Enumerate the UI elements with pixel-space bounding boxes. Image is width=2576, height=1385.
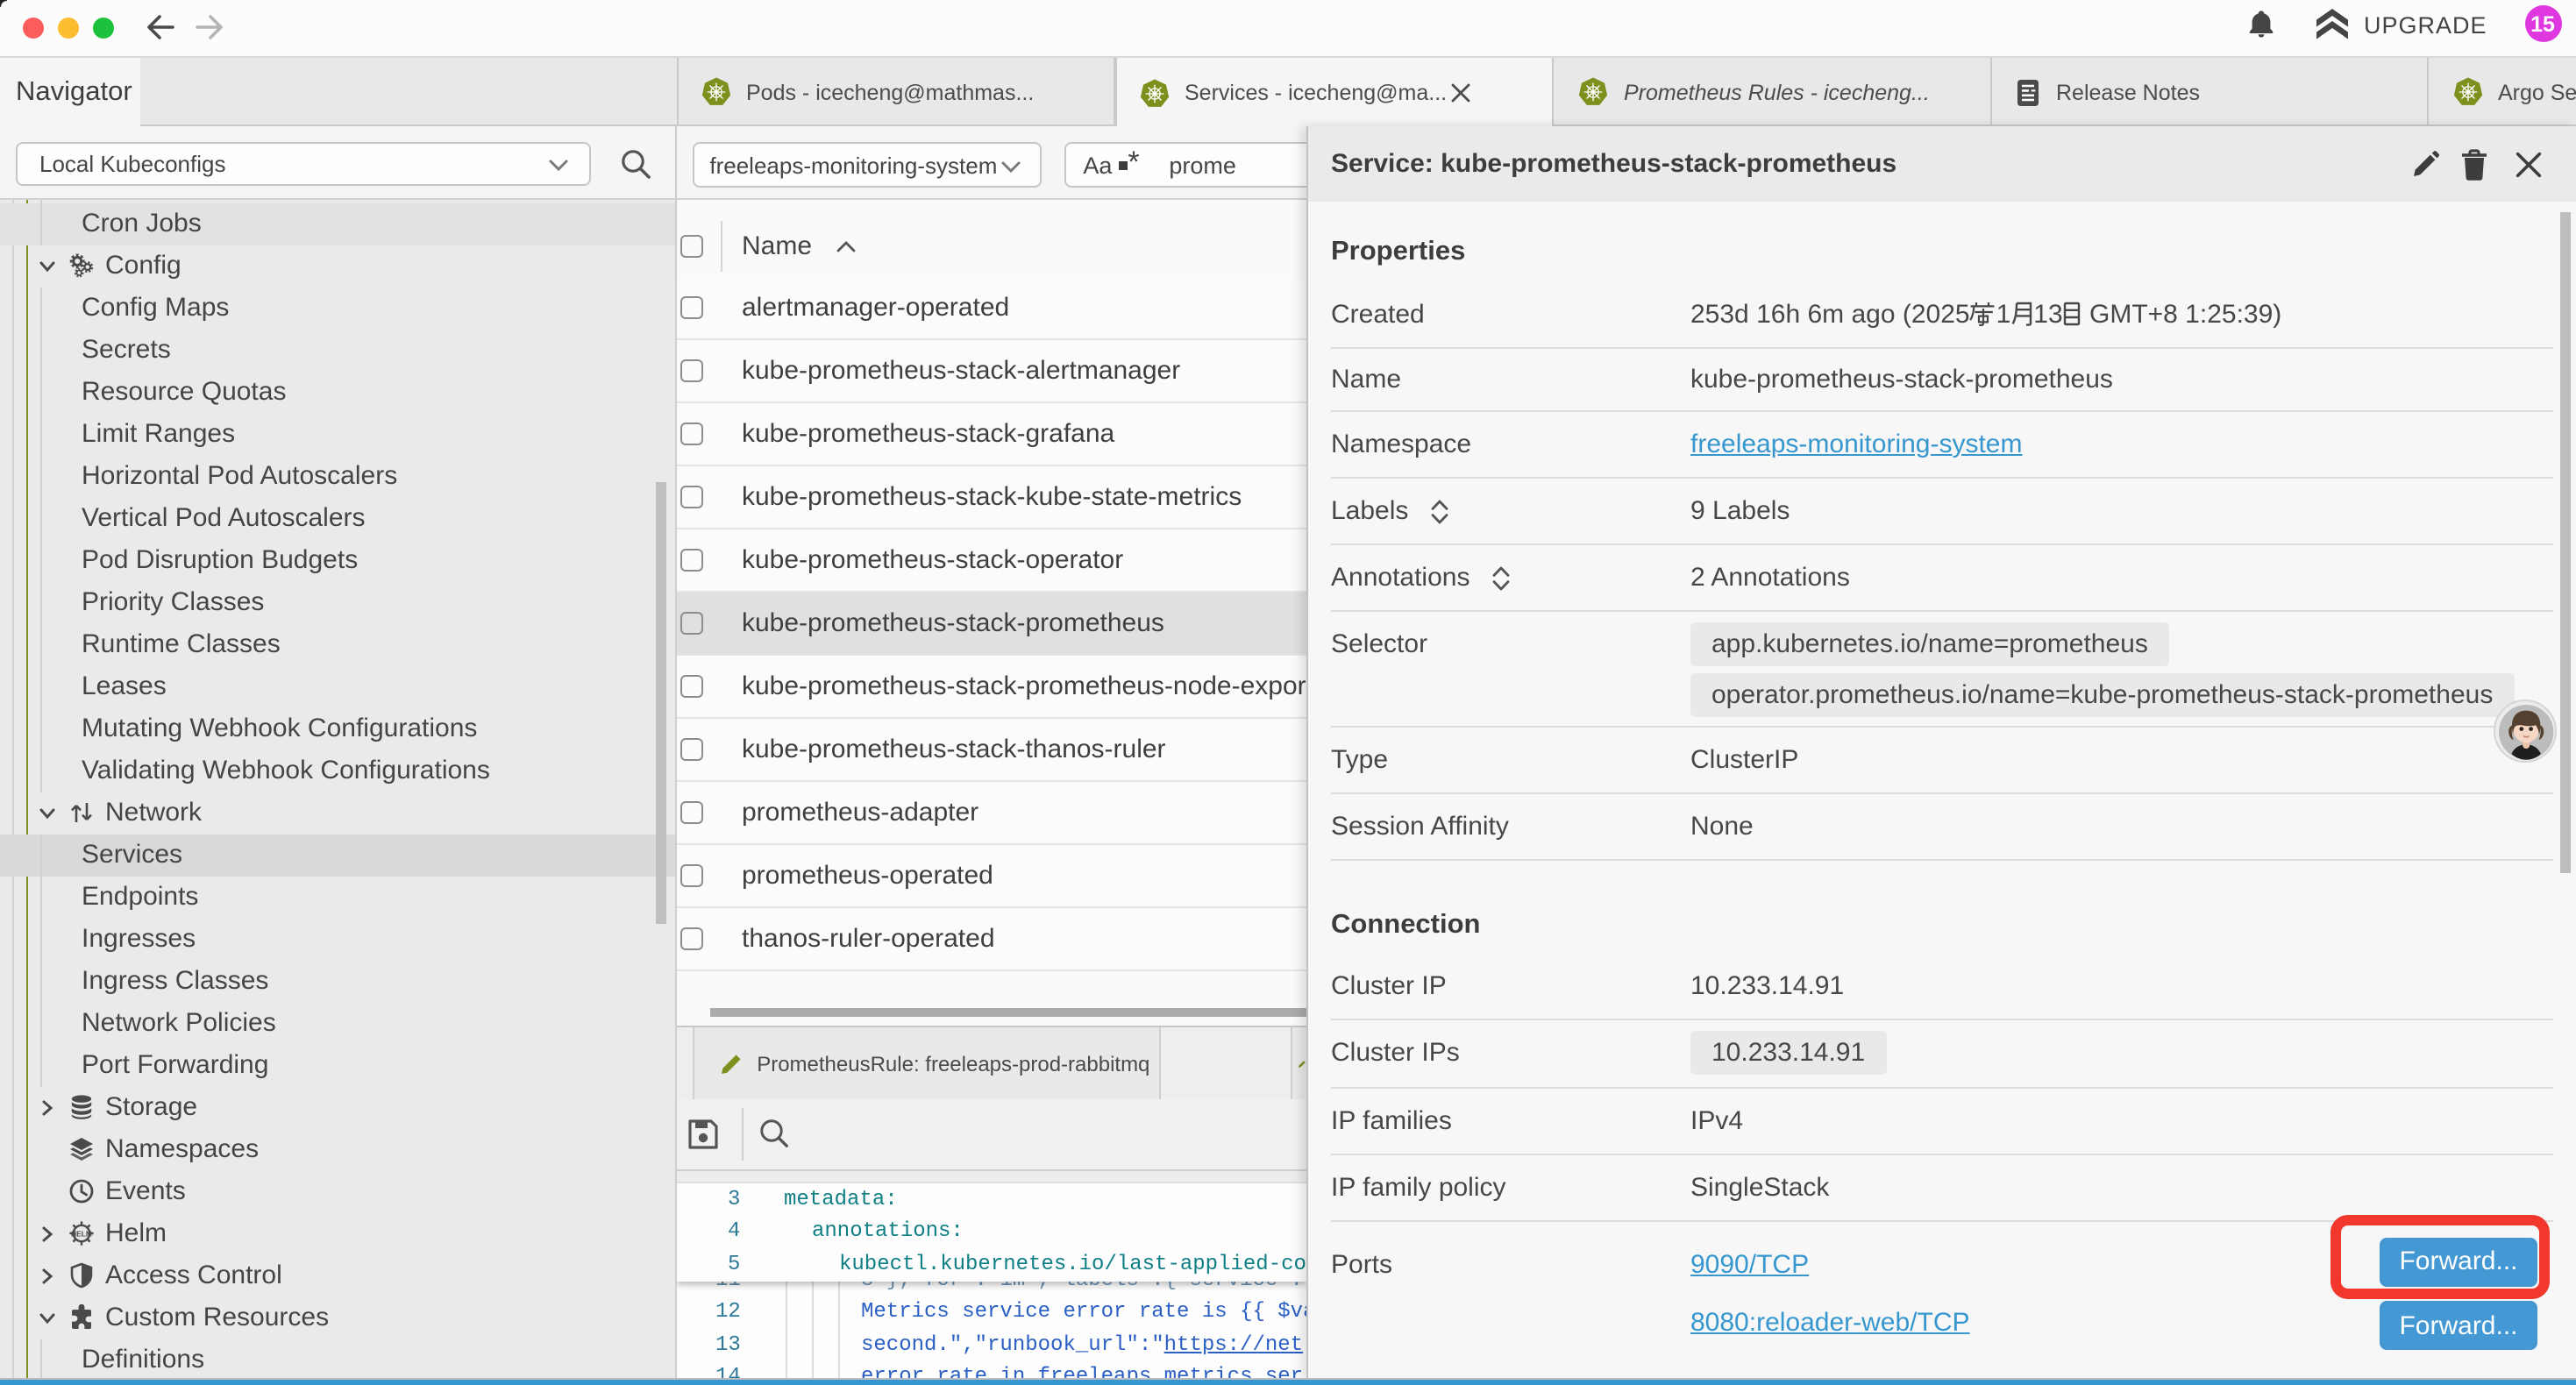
svg-text:HELM: HELM (71, 1230, 92, 1239)
